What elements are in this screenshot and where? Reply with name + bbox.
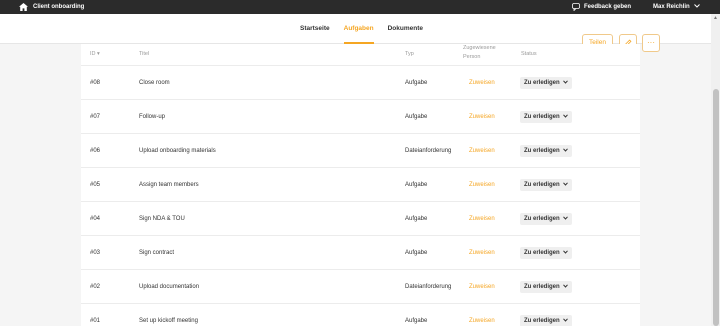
row-id: #07	[90, 114, 101, 120]
user-name: Max Reichlin	[653, 4, 690, 10]
assign-link[interactable]: Zuweisen	[469, 134, 495, 168]
status-dropdown[interactable]: Zu erledigen	[520, 247, 572, 259]
tab-aufgaben[interactable]: Aufgaben	[337, 14, 381, 44]
row-type: Aufgabe	[405, 250, 428, 256]
column-header-type[interactable]: Typ	[405, 50, 414, 58]
column-header-id[interactable]: ID ▾	[90, 50, 100, 58]
table-row[interactable]: #08 Close room Aufgabe Zuweisen Zu erledigen	[81, 66, 640, 100]
row-id: #06	[90, 148, 101, 154]
status-label: Zu erledigen	[524, 250, 560, 256]
row-type: Aufgabe	[405, 216, 428, 222]
table-row[interactable]: #01 Set up kickoff meeting Aufgabe Zuweisen…	[81, 304, 640, 326]
row-title[interactable]: Close room	[139, 66, 170, 100]
row-id: #04	[90, 216, 101, 222]
row-title[interactable]: Upload documentation	[139, 270, 199, 304]
feedback-button[interactable]: Feedback geben	[572, 2, 631, 12]
row-type: Aufgabe	[405, 80, 428, 86]
status-label: Zu erledigen	[524, 80, 560, 86]
column-header-status[interactable]: Status	[521, 50, 537, 58]
tab-list: Startseite Aufgaben Dokumente	[300, 14, 430, 44]
tab-dokumente[interactable]: Dokumente	[381, 14, 430, 44]
chevron-down-icon	[562, 281, 568, 293]
assign-link[interactable]: Zuweisen	[469, 168, 495, 202]
status-label: Zu erledigen	[524, 216, 560, 222]
table-row[interactable]: #05 Assign team members Aufgabe Zuweisen Zu …	[81, 168, 640, 202]
row-id: #01	[90, 318, 101, 324]
table-row[interactable]: #06 Upload onboarding materials Dateianfor…	[81, 134, 640, 168]
top-bar: Client onboarding Feedback geben Max Rei…	[0, 0, 720, 14]
status-label: Zu erledigen	[524, 148, 560, 154]
chevron-down-icon	[562, 77, 568, 89]
sort-arrow-icon: ▾	[97, 51, 100, 57]
scrollbar-thumb[interactable]	[713, 89, 719, 326]
chevron-down-icon	[562, 315, 568, 326]
row-type: Dateianforderung	[405, 284, 452, 290]
status-dropdown[interactable]: Zu erledigen	[520, 213, 572, 225]
row-id: #05	[90, 182, 101, 188]
row-title[interactable]: Follow-up	[139, 100, 165, 134]
tasks-panel: ID ▾ Titel Typ Zugewiesene Person Status…	[81, 44, 640, 326]
user-menu[interactable]: Max Reichlin	[653, 2, 700, 12]
table-row[interactable]: #04 Sign NDA & TOU Aufgabe Zuweisen Zu erled…	[81, 202, 640, 236]
table-row[interactable]: #03 Sign contract Aufgabe Zuweisen Zu erledi…	[81, 236, 640, 270]
row-title[interactable]: Sign contract	[139, 236, 174, 270]
assign-link[interactable]: Zuweisen	[469, 304, 495, 326]
table-row[interactable]: #07 Follow-up Aufgabe Zuweisen Zu erledigen	[81, 100, 640, 134]
assign-link[interactable]: Zuweisen	[469, 100, 495, 134]
row-title[interactable]: Assign team members	[139, 168, 199, 202]
home-icon[interactable]	[19, 3, 28, 11]
status-dropdown[interactable]: Zu erledigen	[520, 77, 572, 89]
status-dropdown[interactable]: Zu erledigen	[520, 111, 572, 123]
status-label: Zu erledigen	[524, 182, 560, 188]
assign-link[interactable]: Zuweisen	[469, 236, 495, 270]
feedback-label: Feedback geben	[584, 4, 632, 10]
chevron-down-icon	[693, 4, 700, 10]
row-id: #02	[90, 284, 101, 290]
row-type: Aufgabe	[405, 182, 428, 188]
row-type: Dateianforderung	[405, 148, 452, 154]
status-dropdown[interactable]: Zu erledigen	[520, 281, 572, 293]
table-body: #08 Close room Aufgabe Zuweisen Zu erledigen…	[81, 66, 640, 326]
tab-startseite[interactable]: Startseite	[300, 14, 337, 44]
assign-link[interactable]: Zuweisen	[469, 270, 495, 304]
row-id: #08	[90, 80, 101, 86]
chevron-down-icon	[562, 247, 568, 259]
row-title[interactable]: Sign NDA & TOU	[139, 202, 185, 236]
speech-bubble-icon	[572, 3, 580, 12]
status-dropdown[interactable]: Zu erledigen	[520, 179, 572, 191]
column-header-person[interactable]: Zugewiesene Person	[463, 44, 513, 62]
row-type: Aufgabe	[405, 318, 428, 324]
more-button[interactable]: ···	[642, 34, 660, 52]
status-dropdown[interactable]: Zu erledigen	[520, 145, 572, 157]
status-dropdown[interactable]: Zu erledigen	[520, 315, 572, 326]
status-label: Zu erledigen	[524, 114, 560, 120]
row-title[interactable]: Upload onboarding materials	[139, 134, 216, 168]
chevron-down-icon	[562, 111, 568, 123]
table-header: ID ▾ Titel Typ Zugewiesene Person Status	[81, 44, 640, 66]
status-label: Zu erledigen	[524, 318, 560, 324]
row-title[interactable]: Set up kickoff meeting	[139, 304, 198, 326]
assign-link[interactable]: Zuweisen	[469, 202, 495, 236]
chevron-down-icon	[562, 213, 568, 225]
assign-link[interactable]: Zuweisen	[469, 66, 495, 100]
more-icon: ···	[647, 38, 655, 47]
column-header-title[interactable]: Titel	[139, 50, 149, 58]
nav-bar: Startseite Aufgaben Dokumente Teilen ···	[0, 14, 720, 52]
table-row[interactable]: #02 Upload documentation Dateianforderung Z…	[81, 270, 640, 304]
row-type: Aufgabe	[405, 114, 428, 120]
row-id: #03	[90, 250, 101, 256]
app-title[interactable]: Client onboarding	[33, 3, 84, 11]
scroll-up-arrow-icon[interactable]: ▲	[712, 16, 719, 21]
chevron-down-icon	[562, 179, 568, 191]
chevron-down-icon	[562, 145, 568, 157]
status-label: Zu erledigen	[524, 284, 560, 290]
